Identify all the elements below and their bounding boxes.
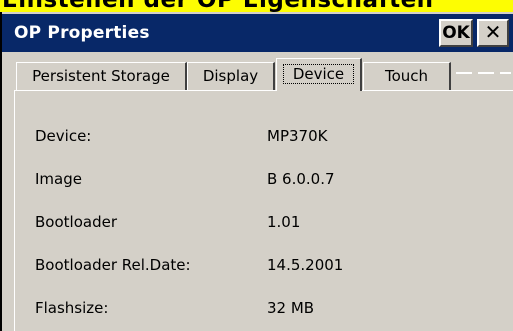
- op-properties-window: OP Properties OK ✕ Persistent Storage Di…: [0, 12, 513, 331]
- tab-label: Persistent Storage: [32, 67, 170, 85]
- close-icon: ✕: [484, 20, 502, 44]
- info-label: Image: [35, 170, 82, 188]
- tab-strip-line: [456, 72, 472, 74]
- device-panel: Device: MP370K Image B 6.0.0.7 Bootloade…: [14, 90, 513, 331]
- info-label: Bootloader Rel.Date:: [35, 256, 191, 274]
- tab-touch[interactable]: Touch: [363, 62, 451, 90]
- info-value: 32 MB: [267, 299, 315, 317]
- header-strip: Einstellen der OP Eigenschaften: [0, 0, 513, 12]
- tab-persistent-storage[interactable]: Persistent Storage: [16, 62, 187, 90]
- header-strip-text: Einstellen der OP Eigenschaften: [2, 0, 434, 12]
- info-label: Flashsize:: [35, 299, 109, 317]
- info-value: 1.01: [267, 213, 301, 231]
- title-bar: OP Properties OK ✕: [2, 14, 513, 52]
- tab-display[interactable]: Display: [187, 62, 275, 90]
- info-value: B 6.0.0.7: [267, 170, 335, 188]
- tab-strip-line: [478, 72, 494, 74]
- window-border: [0, 12, 2, 331]
- tab-strip: Persistent Storage Display Device Touch: [16, 58, 511, 91]
- ok-button[interactable]: OK: [439, 19, 473, 47]
- tab-strip-line: [500, 72, 511, 74]
- tab-label: Device: [292, 65, 345, 83]
- info-value: MP370K: [267, 127, 328, 145]
- tab-device[interactable]: Device: [276, 58, 362, 91]
- close-button[interactable]: ✕: [477, 19, 509, 47]
- info-label: Device:: [35, 127, 92, 145]
- info-label: Bootloader: [35, 213, 117, 231]
- tab-label: Touch: [384, 67, 429, 85]
- window-title: OP Properties: [14, 23, 150, 43]
- info-value: 14.5.2001: [267, 256, 344, 274]
- tab-label: Display: [202, 67, 259, 85]
